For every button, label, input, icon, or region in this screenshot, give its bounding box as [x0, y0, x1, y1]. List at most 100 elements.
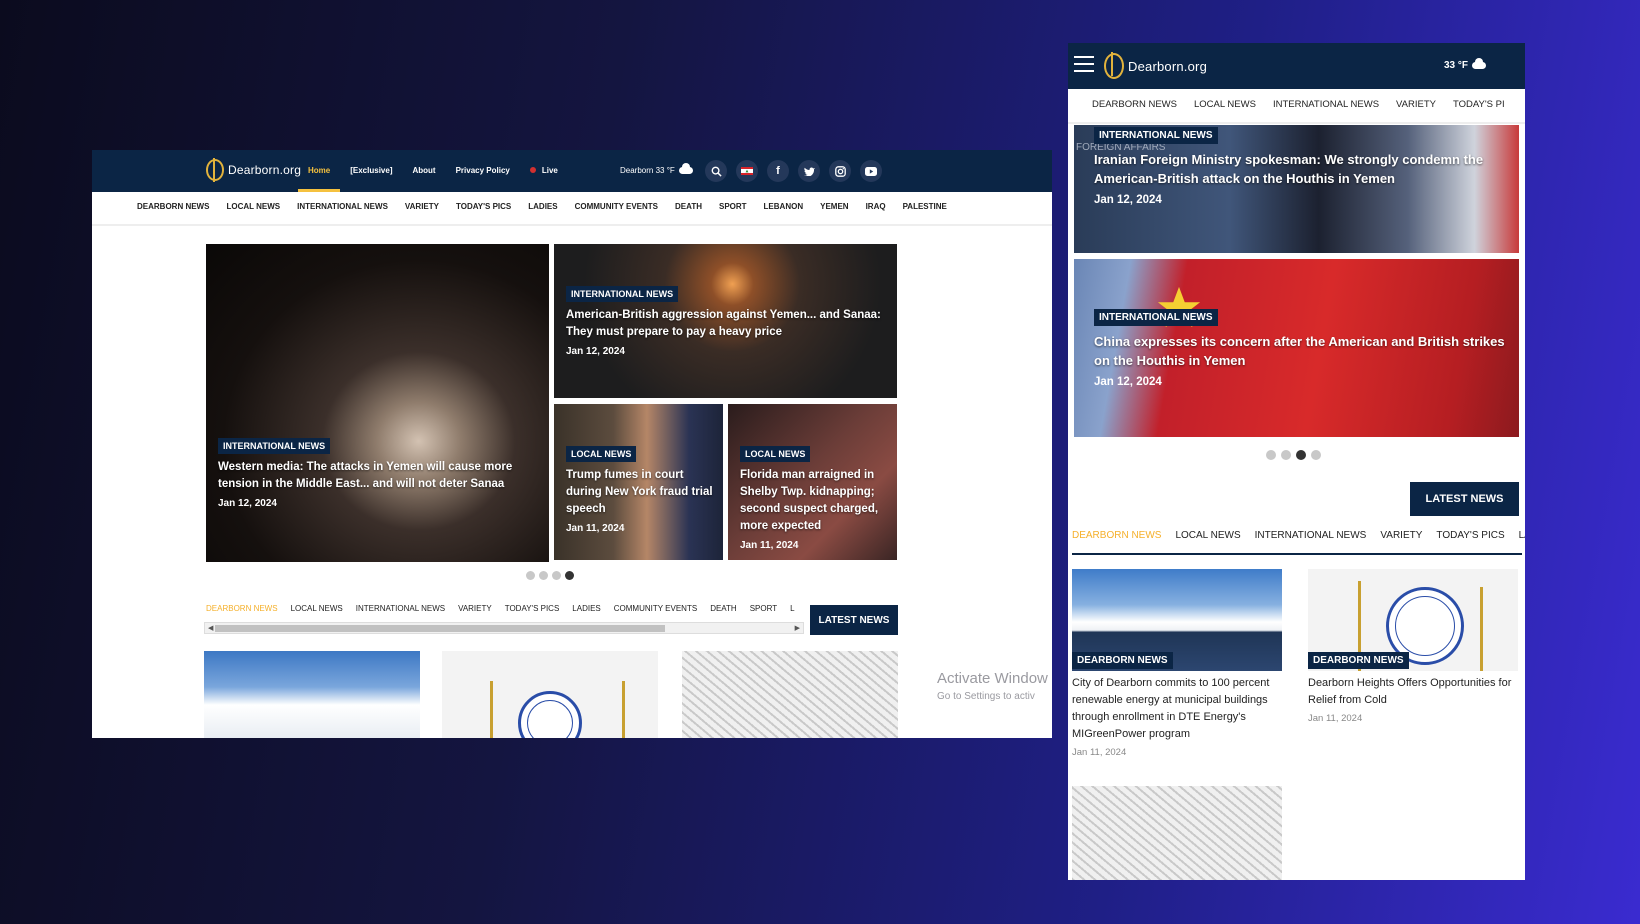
- tab-local-news[interactable]: LOCAL NEWS: [1175, 530, 1240, 541]
- latest-news-button[interactable]: LATEST NEWS: [1410, 482, 1519, 516]
- tab-sport[interactable]: SPORT: [750, 604, 777, 613]
- nav-live-label: Live: [541, 166, 558, 175]
- slider-dot[interactable]: [526, 571, 535, 580]
- category-link[interactable]: IRAQ: [866, 202, 886, 211]
- category-link[interactable]: PALESTINE: [903, 202, 947, 211]
- category-link[interactable]: VARIETY: [405, 202, 439, 211]
- slider-dot[interactable]: [539, 571, 548, 580]
- article-date: Jan 12, 2024: [566, 346, 625, 357]
- article-title[interactable]: Iranian Foreign Ministry spokesman: We s…: [1094, 150, 1513, 188]
- hero-main-card[interactable]: INTERNATIONAL NEWS Western media: The at…: [206, 244, 549, 562]
- category-link[interactable]: LADIES: [528, 202, 557, 211]
- slider-dot[interactable]: [1281, 450, 1291, 460]
- hamburger-menu-icon[interactable]: [1074, 56, 1094, 74]
- article-thumbnail[interactable]: DEARBORN NEWS: [1308, 569, 1518, 671]
- tab-truncated[interactable]: LA: [1519, 530, 1525, 541]
- scroll-left-icon[interactable]: ◀: [208, 624, 213, 632]
- category-tag[interactable]: INTERNATIONAL NEWS: [566, 286, 679, 302]
- article-thumbnail[interactable]: [1072, 786, 1282, 880]
- category-link[interactable]: LOCAL NEWS: [1194, 99, 1256, 110]
- slider-dot[interactable]: [1311, 450, 1321, 460]
- category-tag[interactable]: DEARBORN NEWS: [1072, 652, 1173, 669]
- tab-dearborn-news[interactable]: DEARBORN NEWS: [206, 604, 278, 613]
- article-title[interactable]: Western media: The attacks in Yemen will…: [218, 459, 543, 493]
- article-thumbnail[interactable]: [682, 651, 898, 738]
- category-tag[interactable]: INTERNATIONAL NEWS: [1094, 309, 1218, 326]
- category-link[interactable]: YEMEN: [820, 202, 848, 211]
- tab-ladies[interactable]: LADIES: [572, 604, 600, 613]
- hero-bottom-left-card[interactable]: LOCAL NEWS Trump fumes in court during N…: [554, 404, 723, 560]
- article-title[interactable]: City of Dearborn commits to 100 percent …: [1072, 675, 1280, 743]
- tab-variety[interactable]: VARIETY: [1380, 530, 1422, 541]
- tab-death[interactable]: DEATH: [710, 604, 737, 613]
- tab-community-events[interactable]: COMMUNITY EVENTS: [614, 604, 697, 613]
- nav-home[interactable]: Home: [297, 150, 341, 192]
- tab-dearborn-news[interactable]: DEARBORN NEWS: [1072, 530, 1161, 541]
- weather-text: Dearborn 33 °F: [620, 166, 675, 175]
- latest-news-button[interactable]: LATEST NEWS: [810, 605, 898, 635]
- category-link[interactable]: DEARBORN NEWS: [137, 202, 209, 211]
- article-title[interactable]: American-British aggression against Yeme…: [566, 307, 891, 341]
- category-tag[interactable]: LOCAL NEWS: [566, 446, 637, 462]
- tabs-scrollbar[interactable]: ◀ ▶: [204, 622, 804, 634]
- category-link[interactable]: TODAY'S PICS: [456, 202, 511, 211]
- category-tag[interactable]: LOCAL NEWS: [740, 446, 811, 462]
- tab-local-news[interactable]: LOCAL NEWS: [291, 604, 343, 613]
- category-link[interactable]: INTERNATIONAL NEWS: [1273, 99, 1379, 110]
- logo-icon: [1104, 52, 1124, 79]
- category-link[interactable]: INTERNATIONAL NEWS: [297, 202, 388, 211]
- category-tag[interactable]: INTERNATIONAL NEWS: [218, 438, 331, 454]
- category-link[interactable]: COMMUNITY EVENTS: [575, 202, 658, 211]
- tab-todays-pics[interactable]: TODAY'S PICS: [505, 604, 560, 613]
- site-logo[interactable]: Dearborn.org: [206, 158, 301, 182]
- article-title[interactable]: China expresses its concern after the Am…: [1094, 332, 1513, 370]
- site-logo[interactable]: Dearborn.org: [1104, 52, 1207, 79]
- category-link[interactable]: LOCAL NEWS: [226, 202, 280, 211]
- instagram-icon[interactable]: [829, 160, 851, 182]
- nav-about[interactable]: About: [412, 150, 435, 192]
- category-link[interactable]: DEARBORN NEWS: [1092, 99, 1177, 110]
- cloud-icon: [678, 163, 693, 175]
- twitter-icon[interactable]: [798, 160, 820, 182]
- lebanon-flag-icon[interactable]: [736, 160, 758, 182]
- article-date: Jan 12, 2024: [1094, 376, 1162, 388]
- category-link[interactable]: DEATH: [675, 202, 702, 211]
- slider-dot-active[interactable]: [1296, 450, 1306, 460]
- tab-todays-pics[interactable]: TODAY'S PICS: [1436, 530, 1504, 541]
- article-title[interactable]: Dearborn Heights Offers Opportunities fo…: [1308, 675, 1518, 709]
- tabs-underline: [1072, 553, 1522, 555]
- tab-variety[interactable]: VARIETY: [458, 604, 492, 613]
- article-date: Jan 12, 2024: [218, 498, 277, 509]
- category-link[interactable]: SPORT: [719, 202, 747, 211]
- weather-widget: 33 °F: [1444, 43, 1487, 89]
- tab-international-news[interactable]: INTERNATIONAL NEWS: [356, 604, 445, 613]
- youtube-icon[interactable]: [860, 160, 882, 182]
- article-thumbnail[interactable]: DEARBORN NEWS: [1072, 569, 1282, 671]
- nav-live[interactable]: Live: [529, 150, 558, 192]
- slider-dot-active[interactable]: [565, 571, 574, 580]
- slide-china-card[interactable]: INTERNATIONAL NEWS China expresses its c…: [1074, 259, 1519, 437]
- category-tag[interactable]: INTERNATIONAL NEWS: [1094, 127, 1218, 144]
- category-link[interactable]: VARIETY: [1396, 99, 1436, 110]
- article-title[interactable]: Florida man arraigned in Shelby Twp. kid…: [740, 467, 891, 535]
- article-thumbnail[interactable]: [442, 651, 658, 738]
- search-icon[interactable]: [705, 160, 727, 182]
- category-tag[interactable]: DEARBORN NEWS: [1308, 652, 1409, 669]
- slide-iran-card[interactable]: FOREIGN AFFAIRS INTERNATIONAL NEWS Irani…: [1074, 125, 1519, 253]
- logo-text: Dearborn.org: [1128, 58, 1207, 74]
- article-thumbnail[interactable]: [204, 651, 420, 738]
- hero-top-right-card[interactable]: INTERNATIONAL NEWS American-British aggr…: [554, 244, 897, 398]
- facebook-icon[interactable]: f: [767, 160, 789, 182]
- tab-international-news[interactable]: INTERNATIONAL NEWS: [1255, 530, 1367, 541]
- scroll-right-icon[interactable]: ▶: [795, 624, 800, 632]
- category-link[interactable]: LEBANON: [764, 202, 804, 211]
- hero-bottom-right-card[interactable]: LOCAL NEWS Florida man arraigned in Shel…: [728, 404, 897, 560]
- article-title[interactable]: Trump fumes in court during New York fra…: [566, 467, 717, 518]
- scrollbar-thumb[interactable]: [215, 625, 665, 632]
- slider-dot[interactable]: [1266, 450, 1276, 460]
- nav-exclusive[interactable]: [Exclusive]: [350, 150, 392, 192]
- category-link[interactable]: TODAY'S PI: [1453, 99, 1505, 110]
- slider-dot[interactable]: [552, 571, 561, 580]
- tab-truncated[interactable]: L: [790, 604, 794, 613]
- nav-privacy-policy[interactable]: Privacy Policy: [456, 150, 510, 192]
